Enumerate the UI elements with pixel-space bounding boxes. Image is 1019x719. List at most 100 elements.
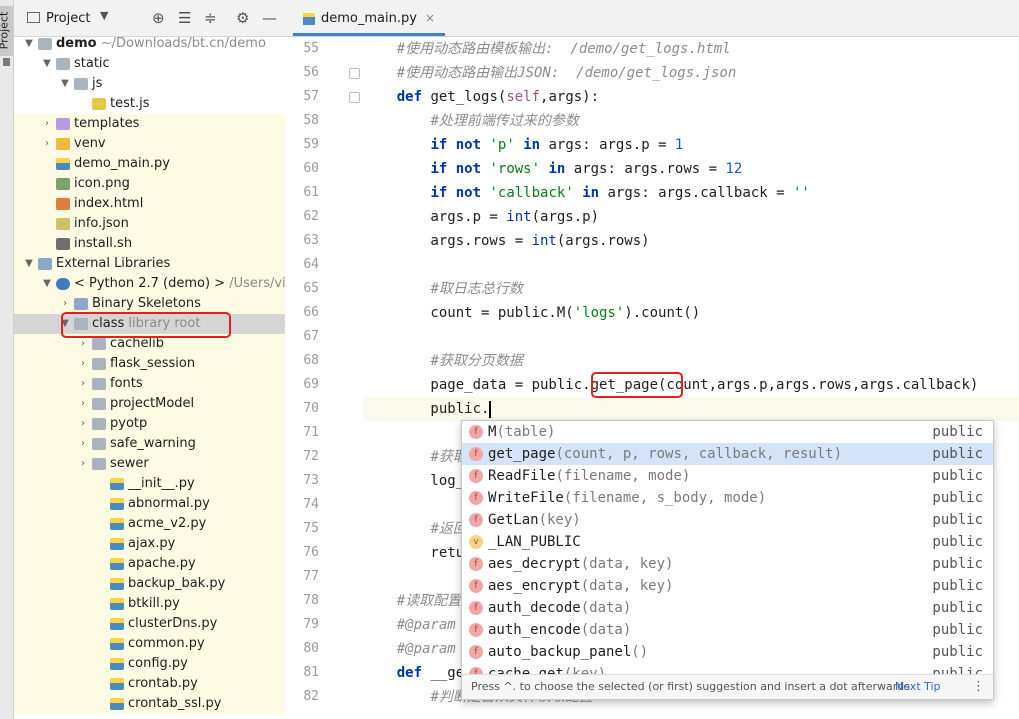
tree-item[interactable]: › fonts: [14, 374, 285, 394]
chevron-down-icon[interactable]: ▼: [60, 74, 70, 94]
tree-item[interactable]: › Binary Skeletons: [14, 294, 285, 314]
completion-item[interactable]: f aes_encrypt(data, key) public: [462, 575, 993, 597]
code-line[interactable]: page_data = public.get_page(count,args.p…: [363, 373, 1019, 397]
tree-item[interactable]: › templates: [14, 114, 285, 134]
tree-item[interactable]: › safe_warning: [14, 434, 285, 454]
tree-item[interactable]: info.json: [14, 214, 285, 234]
fold-marker-icon[interactable]: [349, 92, 360, 103]
completion-item[interactable]: f M(table) public: [462, 421, 993, 443]
completion-item[interactable]: f aes_decrypt(data, key) public: [462, 553, 993, 575]
collapse-all-icon[interactable]: ≑: [204, 9, 217, 27]
line-number: 80: [303, 641, 319, 656]
expand-all-icon[interactable]: ☰: [178, 9, 191, 27]
chevron-right-icon[interactable]: ›: [78, 454, 88, 474]
line-number: 62: [303, 209, 319, 224]
tree-item[interactable]: btkill.py: [14, 594, 285, 614]
tree-item[interactable]: › projectModel: [14, 394, 285, 414]
tree-item-name: __init__.py: [128, 476, 195, 491]
highlight-box-get-page: [591, 372, 683, 398]
tree-item[interactable]: clusterDns.py: [14, 614, 285, 634]
tree-item-name: test.js: [110, 96, 150, 111]
tree-item[interactable]: ▼ static: [14, 54, 285, 74]
tree-item[interactable]: demo_main.py: [14, 154, 285, 174]
chevron-down-icon[interactable]: ▼: [24, 254, 34, 274]
completion-item[interactable]: f ReadFile(filename, mode) public: [462, 465, 993, 487]
tree-item[interactable]: ▼ js: [14, 74, 285, 94]
code-line[interactable]: public.: [363, 397, 1019, 421]
code-line[interactable]: args.p = int(args.p): [363, 205, 1019, 229]
tree-item[interactable]: common.py: [14, 634, 285, 654]
completion-item[interactable]: f auth_decode(data) public: [462, 597, 993, 619]
code-line[interactable]: def get_logs(self,args):: [363, 85, 1019, 109]
completion-item[interactable]: f auth_encode(data) public: [462, 619, 993, 641]
code-line[interactable]: if not 'callback' in args: args.callback…: [363, 181, 1019, 205]
locate-icon[interactable]: ⊕: [152, 9, 165, 27]
code-line[interactable]: count = public.M('logs').count(): [363, 301, 1019, 325]
tree-item[interactable]: index.html: [14, 194, 285, 214]
completion-item[interactable]: v _LAN_PUBLIC public: [462, 531, 993, 553]
tree-item[interactable]: icon.png: [14, 174, 285, 194]
tree-item[interactable]: › flask_session: [14, 354, 285, 374]
tree-item[interactable]: install.sh: [14, 234, 285, 254]
python-file-icon: [110, 478, 124, 490]
tree-item-name: abnormal.py: [128, 496, 210, 511]
code-line[interactable]: [363, 325, 1019, 349]
json-file-icon: [56, 218, 70, 230]
chevron-right-icon[interactable]: ›: [78, 434, 88, 454]
fold-marker-icon[interactable]: [349, 68, 360, 79]
code-line[interactable]: #获取分页数据: [363, 349, 1019, 373]
next-tip-link[interactable]: Next Tip: [895, 675, 941, 699]
code-line[interactable]: if not 'rows' in args: args.rows = 12: [363, 157, 1019, 181]
tree-item[interactable]: › pyotp: [14, 414, 285, 434]
code-line[interactable]: args.rows = int(args.rows): [363, 229, 1019, 253]
chevron-right-icon[interactable]: ›: [78, 394, 88, 414]
gear-icon[interactable]: ⚙: [236, 9, 249, 27]
chevron-down-icon[interactable]: ▼: [42, 54, 52, 74]
project-view-title[interactable]: Project: [46, 11, 90, 26]
chevron-right-icon[interactable]: ›: [78, 414, 88, 434]
tree-item[interactable]: ▼ < Python 2.7 (demo) > /Users/vide: [14, 274, 285, 294]
completion-item[interactable]: f WriteFile(filename, s_body, mode) public: [462, 487, 993, 509]
hide-icon[interactable]: —: [262, 9, 277, 27]
tree-item[interactable]: test.js: [14, 94, 285, 114]
completion-item-label: M(table): [488, 424, 556, 440]
chevron-down-icon[interactable]: ▼: [100, 9, 108, 22]
tree-item[interactable]: › venv: [14, 134, 285, 154]
tree-item-label: acme_v2.py: [128, 514, 206, 534]
tree-item[interactable]: ▼ demo ~/Downloads/bt.cn/demo: [14, 34, 285, 54]
close-icon[interactable]: ×: [425, 11, 435, 25]
tree-item[interactable]: › sewer: [14, 454, 285, 474]
chevron-down-icon[interactable]: ▼: [24, 34, 34, 54]
completion-item[interactable]: f auto_backup_panel() public: [462, 641, 993, 663]
tree-item[interactable]: backup_bak.py: [14, 574, 285, 594]
project-tool-window-button[interactable]: Project: [0, 6, 13, 56]
code-line[interactable]: if not 'p' in args: args.p = 1: [363, 133, 1019, 157]
tree-item[interactable]: config.py: [14, 654, 285, 674]
chevron-right-icon[interactable]: ›: [42, 114, 52, 134]
code-line[interactable]: #取日志总行数: [363, 277, 1019, 301]
tree-item[interactable]: acme_v2.py: [14, 514, 285, 534]
code-line[interactable]: [363, 253, 1019, 277]
tree-item-name: crontab_ssl.py: [128, 696, 222, 711]
chevron-right-icon[interactable]: ›: [78, 354, 88, 374]
chevron-down-icon[interactable]: ▼: [42, 274, 52, 294]
code-line[interactable]: #使用动态路由模板输出: /demo/get_logs.html: [363, 37, 1019, 61]
tree-item[interactable]: ▼ External Libraries: [14, 254, 285, 274]
function-icon: f: [469, 557, 483, 571]
chevron-right-icon[interactable]: ›: [42, 134, 52, 154]
tree-item[interactable]: crontab_ssl.py: [14, 694, 285, 714]
chevron-right-icon[interactable]: ›: [60, 294, 70, 314]
more-options-icon[interactable]: ⋮: [972, 675, 985, 699]
tree-item[interactable]: crontab.py: [14, 674, 285, 694]
tree-item[interactable]: __init__.py: [14, 474, 285, 494]
tree-item[interactable]: abnormal.py: [14, 494, 285, 514]
completion-item[interactable]: f GetLan(key) public: [462, 509, 993, 531]
code-line[interactable]: #处理前端传过来的参数: [363, 109, 1019, 133]
chevron-right-icon[interactable]: ›: [78, 374, 88, 394]
editor-tab-bar: demo_main.py ×: [285, 0, 1019, 37]
tree-item[interactable]: ajax.py: [14, 534, 285, 554]
completion-item[interactable]: f get_page(count, p, rows, callback, resu…: [462, 443, 993, 465]
code-line[interactable]: #使用动态路由输出JSON: /demo/get_logs.json: [363, 61, 1019, 85]
tree-item[interactable]: apache.py: [14, 554, 285, 574]
tab-demo-main[interactable]: demo_main.py ×: [293, 0, 445, 36]
